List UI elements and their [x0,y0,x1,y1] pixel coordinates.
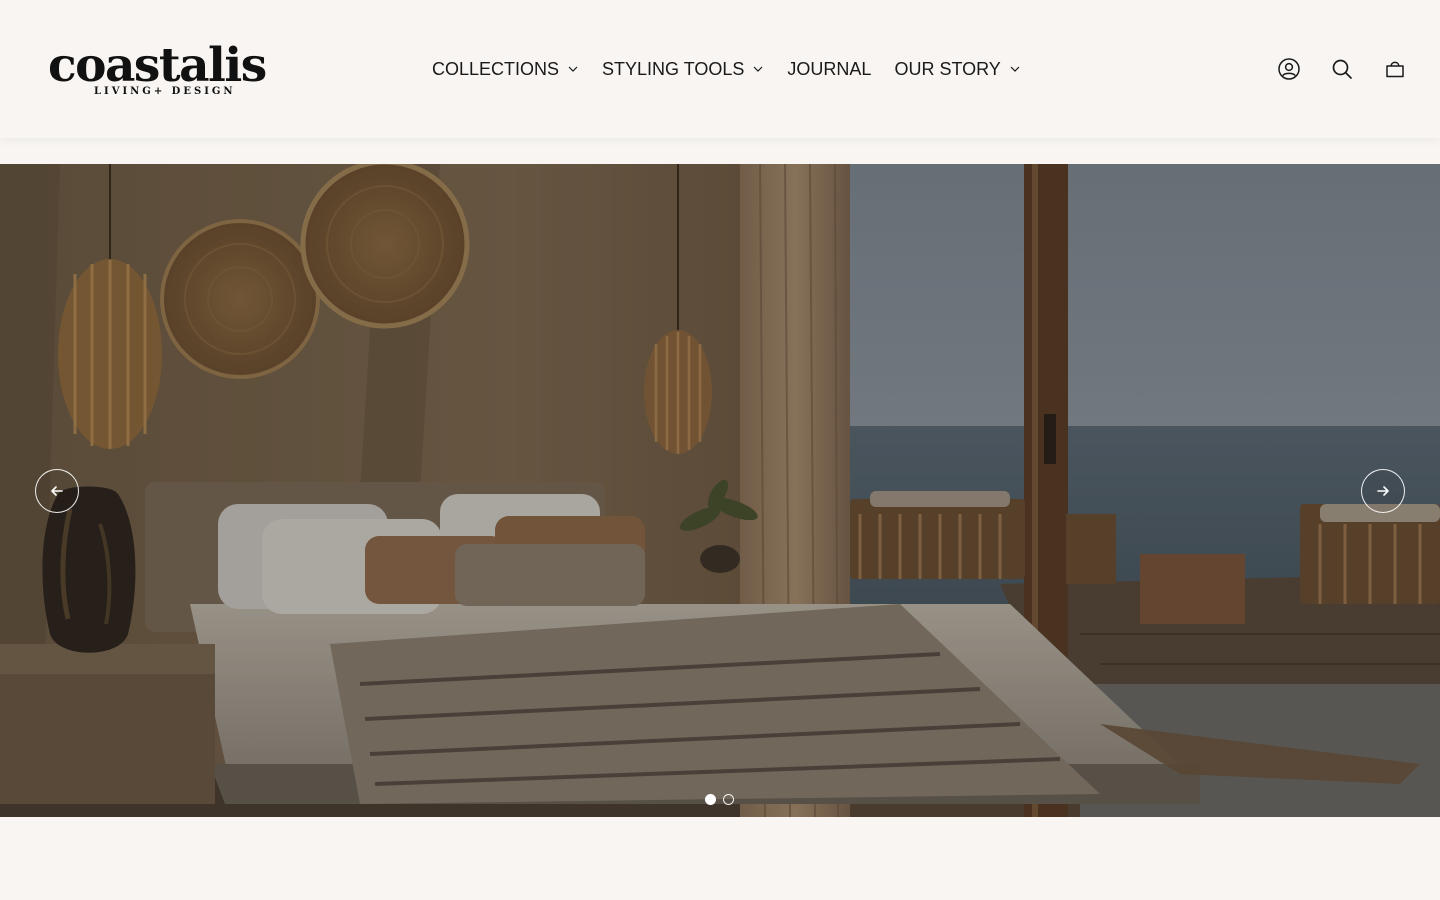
slider-pagination [705,794,734,805]
brand-name: coastalis [48,38,267,93]
brand-tagline: LIVING+ DESIGN [94,86,236,97]
account-icon[interactable] [1276,56,1302,82]
brand-logo[interactable]: coastalis LIVING+ DESIGN [48,40,284,102]
slider-next-button[interactable] [1361,469,1405,513]
nav-item-journal[interactable]: JOURNAL [787,59,871,80]
arrow-right-icon [1377,486,1389,496]
cart-icon[interactable] [1382,56,1408,82]
chevron-down-icon [752,63,764,75]
content-below-hero [0,817,1440,900]
nav-item-our-story[interactable]: OUR STORY [894,59,1020,80]
hero-slider [0,164,1440,817]
slide-dot-2[interactable] [723,794,734,805]
header-actions [1276,56,1408,82]
search-icon[interactable] [1329,56,1355,82]
site-header: coastalis LIVING+ DESIGN COLLECTIONS STY… [0,0,1440,138]
main-navigation: COLLECTIONS STYLING TOOLS JOURNAL OUR ST… [432,56,1021,82]
nav-item-styling-tools[interactable]: STYLING TOOLS [602,59,764,80]
nav-label-journal: JOURNAL [787,58,872,79]
arrow-left-icon [51,486,63,496]
slide-dot-1[interactable] [705,794,716,805]
nav-label-our-story: OUR STORY [894,58,1001,79]
chevron-down-icon [567,63,579,75]
hero-image [0,164,1440,817]
nav-label-styling-tools: STYLING TOOLS [602,58,745,79]
nav-label-collections: COLLECTIONS [432,58,560,79]
slider-prev-button[interactable] [35,469,79,513]
nav-item-collections[interactable]: COLLECTIONS [432,59,579,80]
chevron-down-icon [1009,63,1021,75]
